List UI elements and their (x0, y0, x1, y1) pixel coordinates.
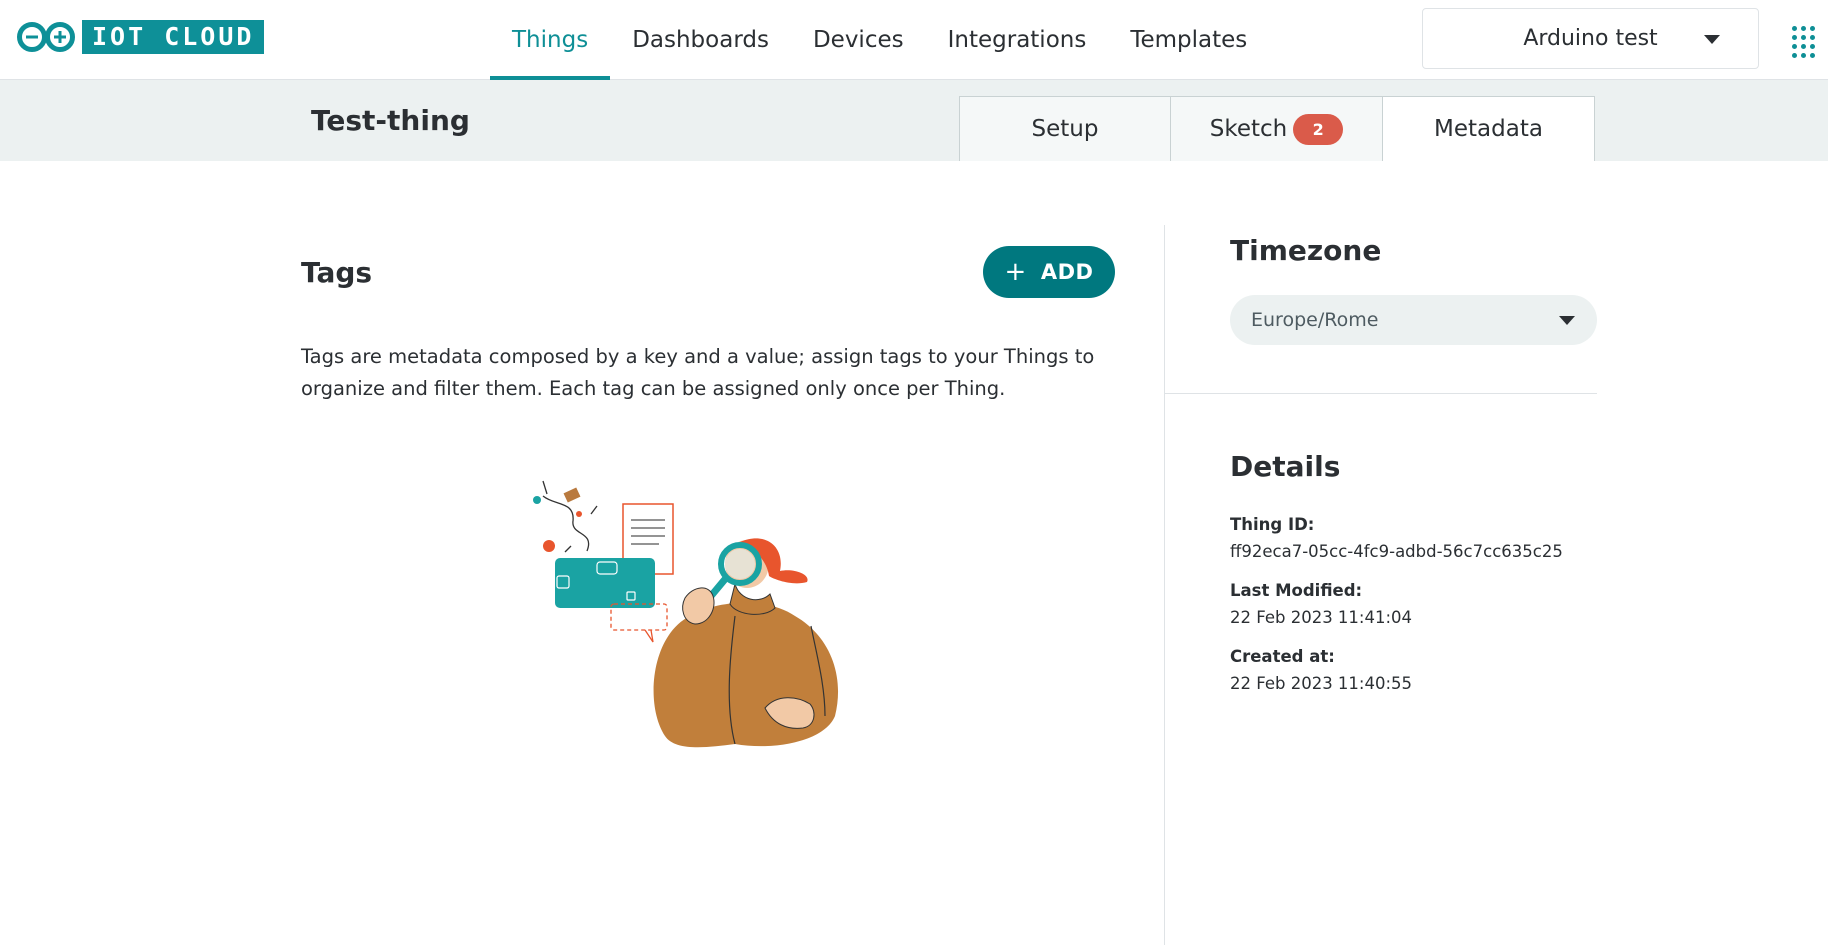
plus-icon: + (1004, 257, 1027, 287)
brand-logo[interactable]: IOT CLOUD (16, 20, 265, 54)
sketch-count-badge: 2 (1293, 113, 1344, 145)
person-with-magnifier-illustration (533, 480, 839, 748)
thing-tabs: Setup Sketch 2 Metadata (959, 96, 1595, 161)
last-modified-value: 22 Feb 2023 11:41:04 (1230, 608, 1413, 627)
details-heading: Details (1230, 450, 1341, 483)
timezone-value: Europe/Rome (1251, 309, 1379, 331)
page-title: Test-thing (311, 104, 470, 137)
tags-heading: Tags (301, 256, 373, 289)
thing-header: Test-thing Setup Sketch 2 Metadata (0, 80, 1828, 161)
chevron-down-icon (1704, 35, 1720, 44)
created-at-label: Created at: (1230, 647, 1335, 666)
tab-metadata[interactable]: Metadata (1383, 96, 1595, 161)
add-tag-button[interactable]: + ADD (983, 246, 1115, 298)
tab-label: Sketch (1209, 116, 1288, 142)
nav-item-devices[interactable]: Devices (791, 0, 926, 80)
space-selector[interactable]: Arduino test (1422, 8, 1759, 69)
section-divider (1164, 393, 1597, 394)
tab-sketch[interactable]: Sketch 2 (1171, 96, 1383, 161)
timezone-select[interactable]: Europe/Rome (1230, 295, 1597, 345)
brand-wordmark: IOT CLOUD (82, 20, 265, 54)
column-divider (1164, 225, 1165, 945)
tab-setup[interactable]: Setup (959, 96, 1171, 161)
top-navigation-bar: IOT CLOUD Things Dashboards Devices Inte… (0, 0, 1828, 80)
tab-label: Metadata (1434, 116, 1543, 142)
main-nav: Things Dashboards Devices Integrations T… (490, 0, 1269, 80)
tags-description: Tags are metadata composed by a key and … (301, 345, 1095, 400)
tab-label: Setup (1031, 116, 1099, 142)
space-selector-value: Arduino test (1523, 26, 1658, 51)
thing-id-value: ff92eca7-05cc-4fc9-adbd-56c7cc635c25 (1230, 542, 1563, 561)
nav-item-things[interactable]: Things (490, 0, 611, 80)
arduino-infinity-icon (17, 22, 75, 52)
app-grid-icon[interactable] (1792, 26, 1816, 58)
thing-id-label: Thing ID: (1230, 515, 1315, 534)
chevron-down-icon (1559, 316, 1575, 325)
nav-item-templates[interactable]: Templates (1108, 0, 1269, 80)
nav-item-dashboards[interactable]: Dashboards (610, 0, 791, 80)
last-modified-label: Last Modified: (1230, 581, 1363, 600)
add-tag-label: ADD (1040, 260, 1094, 284)
timezone-heading: Timezone (1230, 234, 1382, 267)
nav-item-integrations[interactable]: Integrations (926, 0, 1109, 80)
created-at-value: 22 Feb 2023 11:40:55 (1230, 674, 1413, 693)
